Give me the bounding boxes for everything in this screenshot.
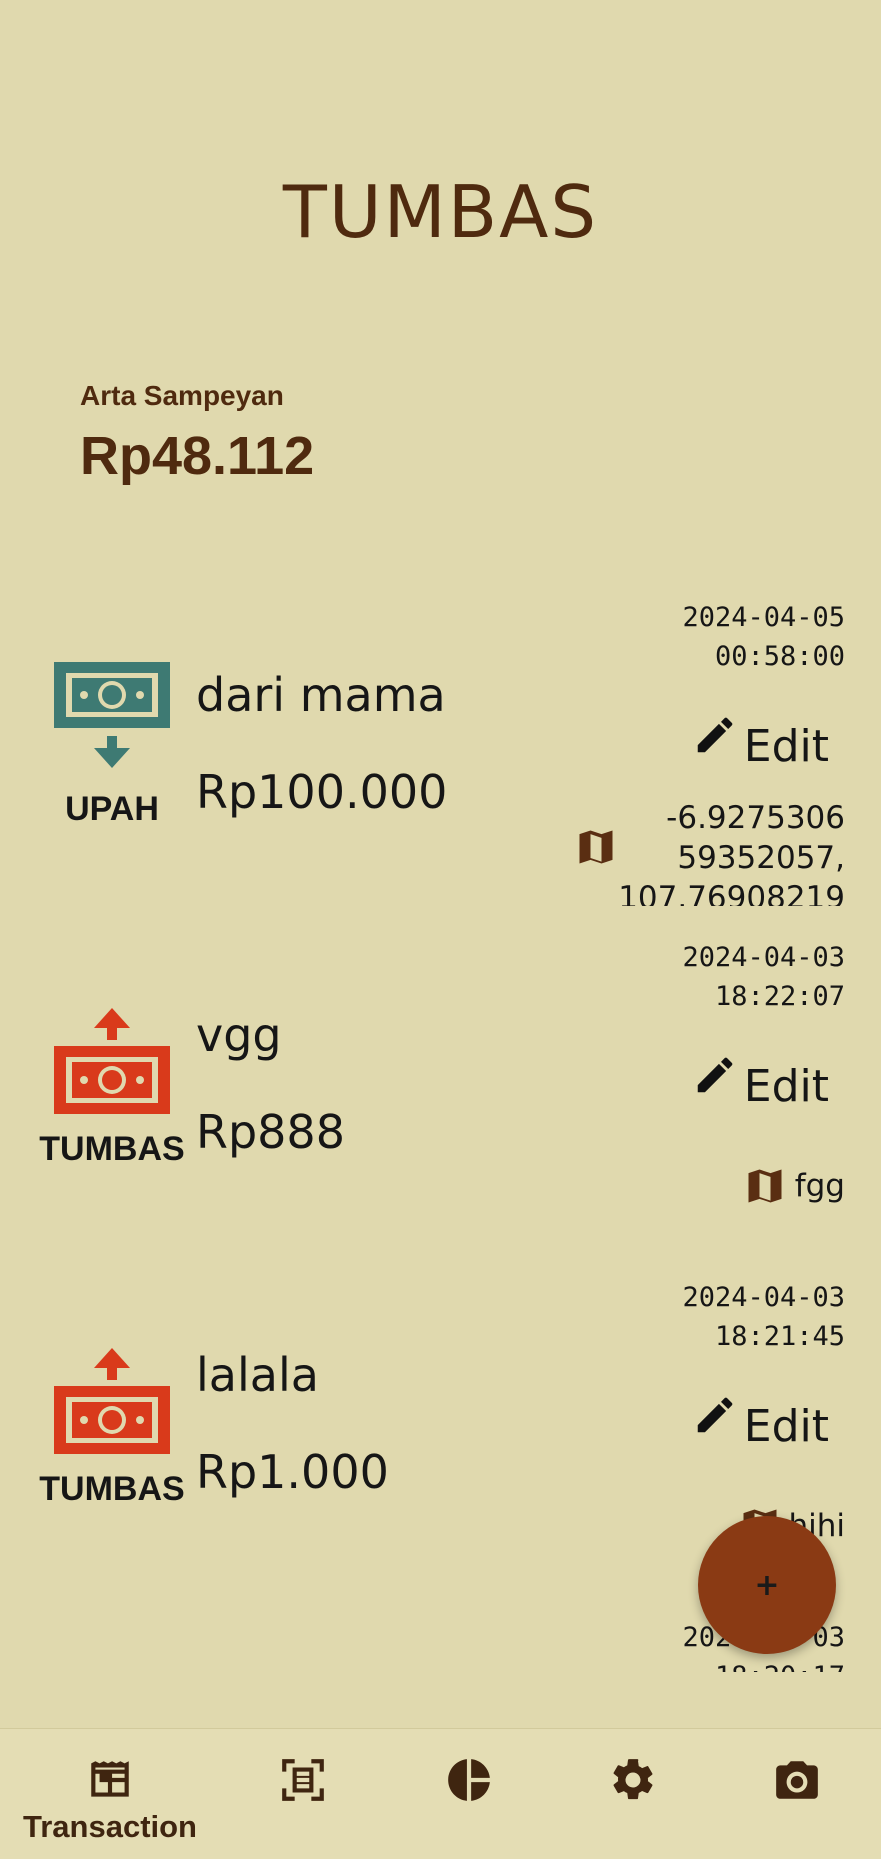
nav-label-transaction: Transaction — [23, 1809, 197, 1844]
income-money-icon — [54, 662, 170, 768]
transaction-date-time: 18:20:17 — [682, 1657, 845, 1672]
transaction-date-day: 2024-04-03 — [682, 1282, 845, 1313]
location-line: -6.9275306 — [666, 800, 845, 836]
expense-money-icon — [54, 1008, 170, 1114]
map-icon[interactable] — [743, 1164, 787, 1208]
balance-label: Arta Sampeyan — [80, 380, 284, 411]
transaction-amount: Rp1.000 — [196, 1445, 389, 1499]
transaction-location: fgg — [795, 1166, 845, 1206]
transaction-icon — [91, 1761, 129, 1797]
transaction-date-time: 00:58:00 — [714, 641, 845, 672]
camera-icon — [776, 1761, 818, 1799]
map-icon[interactable] — [574, 825, 618, 869]
transaction-name: dari mama — [196, 668, 446, 722]
transaction-date: 2024-04-05 00:58:00 — [682, 598, 845, 676]
transaction-date-day: 2024-04-05 — [682, 602, 845, 633]
transaction-date: 2024-04-03 18:21:45 — [682, 1278, 845, 1356]
transaction-date-time: 18:22:07 — [714, 981, 845, 1012]
transaction-name: lalala — [196, 1348, 319, 1402]
bottom-navigation: Transaction — [0, 1728, 881, 1859]
app-title: TUMBAS — [282, 170, 599, 254]
edit-label: Edit — [743, 721, 829, 772]
location-line: fgg — [794, 1168, 845, 1204]
pencil-icon — [697, 1397, 733, 1433]
pie-chart-icon — [448, 1759, 490, 1801]
scan-receipt-icon — [282, 1759, 324, 1801]
transaction-date-day: 2024-04-03 — [682, 942, 845, 973]
transaction-name: vgg — [196, 1008, 282, 1062]
nav-item-transaction[interactable]: Transaction — [20, 1729, 200, 1859]
transaction-type-label: TUMBAS — [39, 1470, 185, 1508]
transaction-type-label: TUMBAS — [39, 1130, 185, 1168]
add-transaction-button[interactable]: + — [698, 1516, 836, 1654]
location-line: 107.76908219 — [618, 880, 845, 906]
nav-item-scan[interactable] — [258, 1729, 348, 1859]
transaction-amount: Rp888 — [196, 1105, 345, 1159]
edit-label: Edit — [743, 1401, 829, 1452]
add-label: + — [754, 1567, 780, 1603]
edit-label: Edit — [743, 1061, 829, 1112]
location-line: 59352057, — [677, 840, 845, 876]
pencil-icon — [697, 1057, 733, 1093]
edit-button[interactable]: Edit — [692, 1392, 829, 1452]
transaction-amount: Rp100.000 — [196, 765, 448, 819]
settings-icon — [613, 1759, 653, 1800]
transaction-date: 2024-04-03 18:22:07 — [682, 938, 845, 1016]
transaction-location: -6.9275306 59352057, 107.76908219 — [618, 798, 845, 906]
transaction-item[interactable]: TUMBAS vgg Rp888 2024-04-03 18:22:07 Edi… — [0, 930, 881, 1270]
transaction-item[interactable]: UPAH dari mama Rp100.000 2024-04-05 00:5… — [0, 590, 881, 930]
pencil-icon — [697, 717, 733, 753]
transaction-date-time: 18:21:45 — [714, 1321, 845, 1352]
nav-item-camera[interactable] — [752, 1729, 842, 1859]
nav-item-statistics[interactable] — [424, 1729, 514, 1859]
balance-value: Rp48.112 — [80, 426, 315, 486]
edit-button[interactable]: Edit — [692, 712, 829, 772]
expense-money-icon — [54, 1348, 170, 1454]
edit-button[interactable]: Edit — [692, 1052, 829, 1112]
nav-item-settings[interactable] — [588, 1729, 678, 1859]
transaction-list[interactable]: UPAH dari mama Rp100.000 2024-04-05 00:5… — [0, 590, 881, 1672]
transaction-type-label: UPAH — [65, 790, 159, 828]
